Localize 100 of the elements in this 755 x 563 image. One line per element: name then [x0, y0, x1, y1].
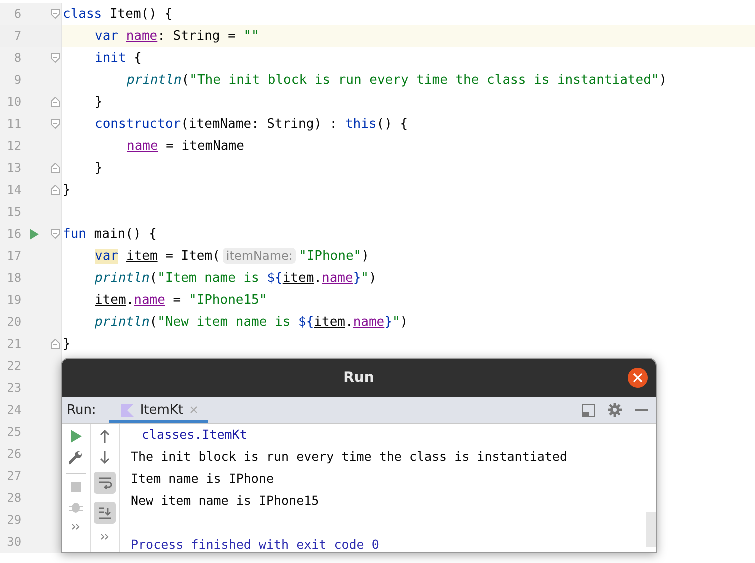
line-number: 22 [6, 359, 22, 373]
scroll-to-end-button[interactable] [94, 502, 116, 524]
close-button[interactable] [628, 368, 648, 388]
function-name: println [95, 270, 150, 286]
exit-message: Process finished with exit code 0 [131, 536, 380, 552]
code-text: ) [400, 314, 408, 330]
code-text: } [63, 182, 71, 198]
minimize-icon[interactable] [635, 408, 648, 412]
fold-icon[interactable] [51, 229, 60, 239]
line-number: 12 [6, 139, 22, 153]
console-line: classes.ItemKt [141, 426, 248, 444]
line-number: 10 [6, 95, 22, 109]
close-icon [633, 373, 643, 383]
line-number: 24 [6, 403, 22, 417]
up-arrow-icon[interactable] [100, 430, 110, 443]
string-literal: "The init block is run every time the class is instantiated" [190, 72, 660, 88]
code-text: main() { [93, 226, 157, 242]
line-number: 20 [6, 315, 22, 329]
parameter-hint: itemName: [223, 248, 296, 264]
string-literal: "IPhone" [298, 248, 362, 264]
keyword: ${ [298, 314, 314, 330]
code-text: { [133, 50, 142, 66]
more-icon[interactable] [72, 524, 80, 530]
code-text: Item() { [108, 6, 173, 22]
line-number: 16 [6, 227, 22, 241]
more-icon[interactable] [101, 534, 109, 540]
property-name: name [134, 292, 166, 308]
code-text: } [95, 94, 103, 110]
line-number: 17 [6, 249, 22, 263]
wrench-icon[interactable] [69, 451, 83, 465]
keyword: fun [63, 226, 86, 242]
variable-reference: item [282, 270, 314, 286]
code-text: ) [368, 270, 377, 286]
line-number: 14 [6, 183, 22, 197]
code-text: ( [150, 314, 158, 330]
code-text: ) [659, 72, 668, 88]
property-name: name [322, 270, 354, 286]
run-icon[interactable] [70, 430, 82, 443]
fold-icon[interactable] [51, 9, 60, 19]
code-text: . [126, 292, 134, 308]
line-number: 27 [6, 469, 22, 483]
property-name: name [126, 28, 158, 44]
code-text: ( [182, 72, 190, 88]
soft-wrap-icon [98, 477, 112, 489]
fold-icon[interactable] [51, 119, 60, 129]
fold-icon[interactable] [51, 53, 60, 63]
run-icon[interactable] [30, 228, 39, 240]
line-number: 29 [6, 513, 22, 527]
string-literal: "" [244, 28, 260, 44]
scroll-to-end-icon [98, 506, 112, 520]
keyword: } [384, 314, 392, 330]
close-icon[interactable] [190, 406, 198, 414]
function-name: println [127, 72, 182, 88]
variable-reference: item [314, 314, 346, 330]
settings-icon[interactable] [608, 403, 622, 417]
line-number: 18 [6, 271, 22, 285]
console-line: New item name is IPhone15 [131, 492, 320, 510]
restore-icon[interactable] [582, 404, 595, 416]
string-literal: " [361, 270, 369, 286]
keyword: this [345, 116, 377, 132]
property-name: name [127, 138, 158, 154]
console-line: The init block is run every time the class is instantiated [131, 448, 568, 466]
keyword: class [63, 6, 102, 22]
fold-icon[interactable] [51, 163, 60, 173]
line-number: 9 [13, 73, 22, 87]
string-literal: "Item name is [158, 270, 260, 286]
variable-reference: item [126, 248, 158, 264]
bug-icon[interactable] [69, 500, 83, 514]
tab[interactable]: ItemKt [109, 397, 208, 423]
string-literal: "New item name is [158, 314, 292, 330]
fold-icon[interactable] [51, 185, 60, 195]
line-number: 25 [6, 425, 22, 439]
line-number: 15 [6, 205, 22, 219]
code-text: : String = [158, 28, 237, 44]
fold-icon[interactable] [51, 339, 60, 349]
keyword: ${ [267, 270, 283, 286]
code-text: . [314, 270, 322, 286]
keyword: var [95, 28, 120, 44]
line-number: 7 [13, 29, 22, 43]
line-number: 8 [13, 51, 22, 65]
code-text: } [95, 160, 103, 176]
line-number: 23 [6, 381, 22, 395]
string-literal: " [392, 314, 400, 330]
fold-icon[interactable] [51, 97, 60, 107]
line-number: 30 [6, 535, 22, 549]
keyword: constructor [95, 116, 182, 132]
line-number: 6 [13, 7, 22, 21]
line-number: 11 [6, 117, 22, 131]
down-arrow-icon[interactable] [100, 451, 110, 464]
scrollbar-thumb[interactable] [646, 512, 656, 547]
function-name: println [95, 314, 150, 330]
keyword: var [95, 248, 118, 264]
line-number: 19 [6, 293, 22, 307]
variable-reference: item [95, 292, 126, 308]
code-text: ) [362, 248, 370, 264]
line-number: 21 [6, 337, 22, 351]
line-number: 26 [6, 447, 22, 461]
code-text: = Item( [164, 248, 220, 264]
soft-wrap-button[interactable] [94, 472, 116, 494]
window-title: Run [344, 370, 374, 386]
